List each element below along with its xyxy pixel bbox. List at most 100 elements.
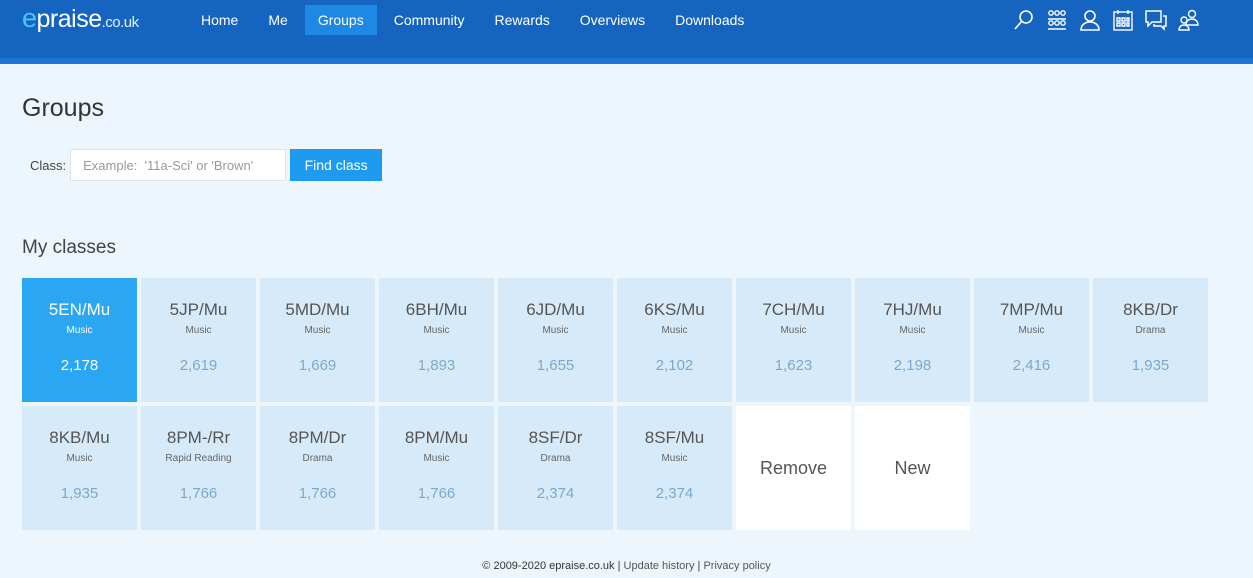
nav-groups[interactable]: Groups bbox=[304, 5, 377, 35]
nav-overviews[interactable]: Overviews bbox=[567, 5, 658, 35]
calendar-icon[interactable] bbox=[1111, 8, 1135, 32]
class-subject: Drama bbox=[302, 453, 333, 464]
staff-icon[interactable] bbox=[1177, 8, 1201, 32]
class-points: 2,198 bbox=[893, 357, 932, 374]
class-tile[interactable]: 8SF/Dr Drama 2,374 bbox=[498, 406, 613, 530]
class-tile[interactable]: 8PM/Dr Drama 1,766 bbox=[260, 406, 375, 530]
class-tile[interactable]: 7MP/Mu Music 2,416 bbox=[974, 278, 1089, 402]
user-icon[interactable] bbox=[1078, 8, 1102, 32]
header-stripe bbox=[0, 58, 1253, 64]
class-points: 1,623 bbox=[774, 357, 813, 374]
footer: © 2009-2020 epraise.co.uk | Update histo… bbox=[0, 560, 1253, 572]
class-code: 5EN/Mu bbox=[48, 300, 111, 319]
class-tile[interactable]: 8KB/Dr Drama 1,935 bbox=[1093, 278, 1208, 402]
class-tile[interactable]: 8SF/Mu Music 2,374 bbox=[617, 406, 732, 530]
groups-icon[interactable] bbox=[1045, 8, 1069, 32]
logo-main: praise bbox=[36, 5, 103, 33]
class-code: 7HJ/Mu bbox=[883, 300, 942, 319]
header-icons bbox=[1012, 8, 1210, 32]
class-tile[interactable]: 8KB/Mu Music 1,935 bbox=[22, 406, 137, 530]
class-subject: Music bbox=[780, 325, 807, 336]
class-points: 1,655 bbox=[536, 357, 575, 374]
class-tile[interactable]: 6JD/Mu Music 1,655 bbox=[498, 278, 613, 402]
nav-home[interactable]: Home bbox=[188, 5, 251, 35]
class-points: 2,178 bbox=[60, 357, 99, 374]
chat-icon[interactable] bbox=[1144, 8, 1168, 32]
class-subject: Music bbox=[185, 325, 212, 336]
class-subject: Music bbox=[661, 453, 688, 464]
class-subject: Music bbox=[304, 325, 331, 336]
class-points: 1,893 bbox=[417, 357, 456, 374]
class-subject: Music bbox=[66, 325, 93, 336]
class-subject: Music bbox=[661, 325, 688, 336]
class-tile[interactable]: 5MD/Mu Music 1,669 bbox=[260, 278, 375, 402]
class-subject: Music bbox=[899, 325, 926, 336]
class-tile[interactable]: 8PM-/Rr Rapid Reading 1,766 bbox=[141, 406, 256, 530]
class-code: 8SF/Dr bbox=[528, 428, 583, 447]
class-code: 6KS/Mu bbox=[644, 300, 705, 319]
class-subject: Music bbox=[1018, 325, 1045, 336]
class-tile[interactable]: 5EN/Mu Music 2,178 bbox=[22, 278, 137, 402]
class-search-input[interactable] bbox=[70, 149, 287, 181]
class-points: 2,374 bbox=[536, 485, 575, 502]
main-nav: Home Me Groups Community Rewards Overvie… bbox=[188, 5, 761, 35]
class-subject: Music bbox=[66, 453, 93, 464]
remove-label: Remove bbox=[759, 458, 828, 478]
search-icon[interactable] bbox=[1012, 8, 1036, 32]
class-code: 7MP/Mu bbox=[999, 300, 1064, 319]
new-class-button[interactable]: New bbox=[855, 406, 970, 530]
class-code: 8PM/Dr bbox=[288, 428, 347, 447]
footer-separator: | bbox=[614, 560, 624, 572]
nav-community[interactable]: Community bbox=[381, 5, 478, 35]
class-label: Class: bbox=[30, 157, 67, 173]
class-code: 5JP/Mu bbox=[169, 300, 228, 319]
nav-rewards[interactable]: Rewards bbox=[482, 5, 563, 35]
class-search: Class: Find class bbox=[30, 149, 383, 181]
class-subject: Music bbox=[542, 325, 569, 336]
class-tile[interactable]: 6BH/Mu Music 1,893 bbox=[379, 278, 494, 402]
logo[interactable]: epraise.co.uk bbox=[22, 3, 139, 33]
class-points: 1,935 bbox=[60, 485, 99, 502]
class-points: 1,669 bbox=[298, 357, 337, 374]
class-points: 1,935 bbox=[1131, 357, 1170, 374]
nav-downloads[interactable]: Downloads bbox=[662, 5, 757, 35]
logo-domain: .co.uk bbox=[101, 14, 140, 31]
class-tile[interactable]: 8PM/Mu Music 1,766 bbox=[379, 406, 494, 530]
class-code: 8KB/Dr bbox=[1123, 300, 1178, 319]
copyright: © 2009-2020 epraise.co.uk bbox=[482, 560, 615, 572]
class-tile[interactable]: 7CH/Mu Music 1,623 bbox=[736, 278, 851, 402]
class-tile[interactable]: 6KS/Mu Music 2,102 bbox=[617, 278, 732, 402]
class-tile[interactable]: 7HJ/Mu Music 2,198 bbox=[855, 278, 970, 402]
class-subject: Rapid Reading bbox=[165, 453, 232, 464]
class-code: 6JD/Mu bbox=[526, 300, 585, 319]
section-title: My classes bbox=[22, 237, 116, 258]
remove-button[interactable]: Remove bbox=[736, 406, 851, 530]
class-points: 1,766 bbox=[298, 485, 337, 502]
class-code: 8PM/Mu bbox=[404, 428, 469, 447]
class-points: 2,374 bbox=[655, 485, 694, 502]
class-points: 2,102 bbox=[655, 357, 694, 374]
class-code: 8SF/Mu bbox=[644, 428, 705, 447]
class-code: 8PM-/Rr bbox=[166, 428, 231, 447]
class-code: 7CH/Mu bbox=[762, 300, 825, 319]
top-bar: epraise.co.uk Home Me Groups Community R… bbox=[0, 0, 1253, 58]
class-code: 8KB/Mu bbox=[49, 428, 110, 447]
class-subject: Drama bbox=[1135, 325, 1166, 336]
class-points: 1,766 bbox=[417, 485, 456, 502]
logo-e: e bbox=[22, 3, 37, 33]
class-subject: Drama bbox=[540, 453, 571, 464]
class-code: 5MD/Mu bbox=[285, 300, 350, 319]
privacy-policy-link[interactable]: Privacy policy bbox=[703, 560, 770, 572]
class-points: 2,619 bbox=[179, 357, 218, 374]
class-code: 6BH/Mu bbox=[405, 300, 468, 319]
update-history-link[interactable]: Update history bbox=[624, 560, 695, 572]
class-points: 1,766 bbox=[179, 485, 218, 502]
nav-me[interactable]: Me bbox=[255, 5, 300, 35]
class-subject: Music bbox=[423, 453, 450, 464]
new-label: New bbox=[894, 458, 931, 478]
class-subject: Music bbox=[423, 325, 450, 336]
class-points: 2,416 bbox=[1012, 357, 1051, 374]
page-title: Groups bbox=[22, 94, 104, 122]
class-tile[interactable]: 5JP/Mu Music 2,619 bbox=[141, 278, 256, 402]
find-class-button[interactable]: Find class bbox=[290, 149, 383, 181]
